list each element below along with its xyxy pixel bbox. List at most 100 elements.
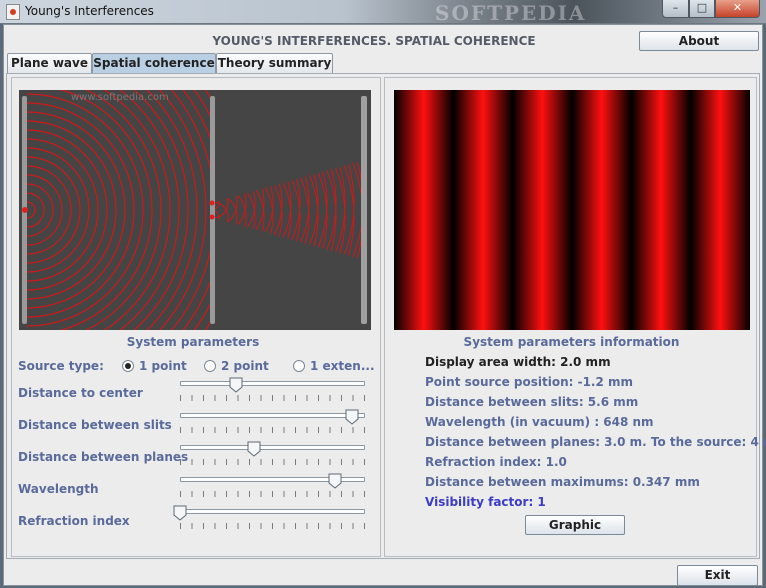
information-panel: System parameters information Display ar… <box>384 77 766 557</box>
distance-to-center-label: Distance to center <box>18 386 143 400</box>
radio-dot-icon[interactable] <box>204 360 216 372</box>
wavefront-arc <box>215 192 238 242</box>
wavelength-label: Wavelength <box>18 482 99 496</box>
radio-2-point[interactable]: 2 point <box>204 359 269 373</box>
maximize-button[interactable]: □ <box>689 0 715 18</box>
wavefront-arc <box>215 160 265 255</box>
refraction-index-label: Refraction index <box>18 514 130 528</box>
wavefront-arc <box>215 160 310 260</box>
slider-thumb[interactable] <box>247 441 261 457</box>
slider-thumb[interactable] <box>328 473 342 489</box>
refraction-index-value: Refraction index: 1.0 <box>425 455 567 469</box>
window-client: YOUNG'S INTERFERENCES. SPATIAL COHERENCE… <box>3 24 766 586</box>
wavelength-slider[interactable] <box>180 473 366 497</box>
wave-simulation: www.softpedia.com <box>19 90 371 330</box>
interference-pattern <box>394 90 750 330</box>
refraction-index-slider[interactable] <box>173 505 366 529</box>
slider-track[interactable] <box>180 445 365 450</box>
tab-plane-wave[interactable]: Plane wave <box>7 53 92 73</box>
plane-distance-value: Distance between planes: 3.0 m. To the s… <box>425 435 766 449</box>
visibility-factor-value: Visibility factor: 1 <box>425 495 546 509</box>
wavefront-arc <box>215 160 364 260</box>
wavefront-arc <box>119 90 180 330</box>
source-wavefronts <box>27 90 213 330</box>
system-parameters-title: System parameters <box>126 335 260 349</box>
slider-thumb[interactable] <box>173 505 187 521</box>
distance-between-slits-slider[interactable] <box>180 409 366 433</box>
wavefront-arc <box>215 160 364 260</box>
slider-thumb[interactable] <box>345 409 359 425</box>
slit-top <box>209 200 215 206</box>
wavelength-value: Wavelength (in vacuum) : 648 nm <box>425 415 654 429</box>
wavefront-arc <box>27 129 108 291</box>
wavefront-arc <box>215 160 364 260</box>
wavefront-arc <box>27 111 126 309</box>
wavefront-arc <box>215 165 265 260</box>
max-distance-value: Distance between maximums: 0.347 mm <box>425 475 700 489</box>
wave-simulation-canvas <box>22 90 367 330</box>
source-type-label: Source type: <box>18 359 104 373</box>
radio-1-point[interactable]: 1 point <box>122 359 187 373</box>
slider-track[interactable] <box>180 381 365 386</box>
wavefront-arc <box>215 160 328 260</box>
radio-label: 1 exten... <box>310 359 375 373</box>
wavefront-arc <box>27 201 36 219</box>
wavefront-arc <box>215 187 229 219</box>
wavefront-arc <box>215 160 319 260</box>
parameters-panel: www.softpedia.com System parameters Sour… <box>11 77 381 557</box>
wavefront-arc <box>215 160 319 260</box>
slider-ticks <box>180 427 366 433</box>
wavefront-arc <box>215 160 301 260</box>
wavefront-arc <box>27 165 72 255</box>
slider-ticks <box>180 523 366 529</box>
tab-spatial-coherence[interactable]: Spatial coherence <box>92 53 216 74</box>
slider-ticks <box>180 459 366 465</box>
distance-between-planes-slider[interactable] <box>180 441 366 465</box>
java-app-icon <box>6 4 20 20</box>
radio-dot-icon[interactable] <box>293 360 305 372</box>
exit-button[interactable]: Exit <box>677 565 758 586</box>
wavefront-arc <box>215 201 229 233</box>
slider-ticks <box>180 395 366 401</box>
about-button[interactable]: About <box>639 31 759 51</box>
wavefront-arc <box>215 178 238 228</box>
system-info-title: System parameters information <box>463 335 680 349</box>
radio-label: 1 point <box>139 359 187 373</box>
slit-distance-value: Distance between slits: 5.6 mm <box>425 395 639 409</box>
source-position-value: Point source position: -1.2 mm <box>425 375 634 389</box>
distance-between-planes-label: Distance between planes <box>18 450 189 464</box>
wavefront-arc <box>215 160 346 260</box>
tab-theory-summary[interactable]: Theory summary <box>216 53 333 73</box>
slider-track[interactable] <box>180 509 365 514</box>
wavefront-arc <box>215 160 364 260</box>
page-title: YOUNG'S INTERFERENCES. SPATIAL COHERENCE <box>212 34 536 48</box>
minimize-button[interactable]: – <box>662 0 689 18</box>
point-source <box>22 207 28 213</box>
distance-to-center-slider[interactable] <box>180 377 366 401</box>
slider-thumb[interactable] <box>229 377 243 393</box>
slider-track[interactable] <box>180 413 365 418</box>
slit-plane <box>210 96 215 324</box>
softpedia-url-watermark: www.softpedia.com <box>71 92 169 103</box>
wavefront-arc <box>215 160 328 260</box>
slit-bottom <box>209 214 215 220</box>
window-title: Young's Interferences <box>25 4 154 18</box>
close-button[interactable]: ✕ <box>715 0 760 18</box>
radio-1-extended[interactable]: 1 exten... <box>293 359 375 373</box>
slider-ticks <box>180 491 366 497</box>
graphic-button[interactable]: Graphic <box>525 515 625 535</box>
wavefront-arc <box>215 160 355 260</box>
radio-dot-icon[interactable] <box>122 360 134 372</box>
display-width-value: Display area width: 2.0 mm <box>425 355 611 369</box>
slit-wavefronts <box>215 160 364 260</box>
title-bar: Young's Interferences SOFTPEDIA – □ ✕ <box>0 0 766 25</box>
screen-plane <box>361 96 367 324</box>
wavefront-arc <box>215 160 301 260</box>
softpedia-watermark: SOFTPEDIA <box>435 1 587 25</box>
wavefront-arc <box>215 160 292 260</box>
distance-between-slits-label: Distance between slits <box>18 418 172 432</box>
tab-panel: www.softpedia.com System parameters Sour… <box>6 73 766 559</box>
wavefront-arc <box>215 160 310 260</box>
radio-label: 2 point <box>221 359 269 373</box>
wavefront-arc <box>215 160 292 260</box>
